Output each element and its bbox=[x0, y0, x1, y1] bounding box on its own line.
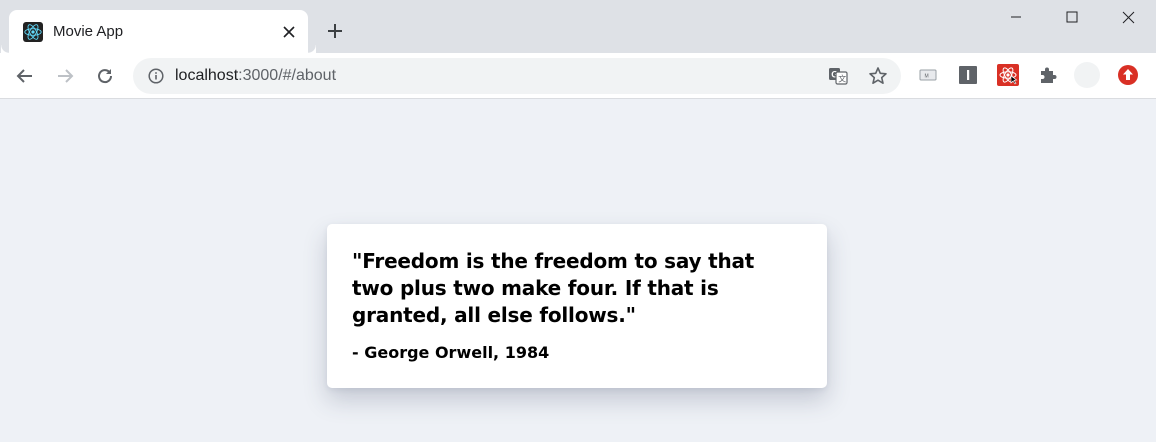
info-ext-icon[interactable] bbox=[957, 64, 979, 86]
profile-avatar-icon[interactable] bbox=[1073, 61, 1101, 89]
quote-author: - George Orwell, 1984 bbox=[352, 343, 550, 362]
forward-button[interactable] bbox=[49, 60, 81, 92]
tab-strip: Movie App bbox=[0, 0, 1156, 53]
page-viewport: "Freedom is the freedom to say that two … bbox=[0, 99, 1156, 442]
address-bar[interactable]: localhost:3000/#/about G文 bbox=[133, 58, 901, 94]
back-button[interactable] bbox=[9, 60, 41, 92]
browser-toolbar: localhost:3000/#/about G文 M bbox=[0, 53, 1156, 99]
url-host: localhost bbox=[175, 67, 239, 84]
svg-text:M: M bbox=[925, 74, 929, 80]
minimize-icon[interactable] bbox=[988, 0, 1044, 34]
browser-window: Movie App localhost:3000/#/about G 文 M "… bbox=[0, 0, 1156, 442]
window-controls bbox=[988, 0, 1156, 34]
react-logo-icon bbox=[23, 22, 43, 42]
url-text[interactable]: localhost:3000/#/about bbox=[175, 67, 336, 85]
maximize-icon[interactable] bbox=[1044, 0, 1100, 34]
close-icon[interactable] bbox=[1100, 0, 1156, 34]
svg-text:文: 文 bbox=[838, 74, 846, 84]
quote-text: "Freedom is the freedom to say that two … bbox=[352, 249, 755, 327]
tab-title: Movie App bbox=[53, 23, 124, 40]
translate-icon[interactable]: G文 bbox=[827, 66, 849, 86]
new-tab-button[interactable] bbox=[322, 18, 348, 44]
site-info-icon[interactable] bbox=[147, 67, 165, 85]
bookmark-star-icon[interactable] bbox=[867, 66, 889, 86]
reload-button[interactable] bbox=[89, 60, 121, 92]
reader-icon[interactable]: M bbox=[917, 64, 939, 86]
quote-card: "Freedom is the freedom to say that two … bbox=[327, 224, 827, 388]
extensions-puzzle-icon[interactable] bbox=[1037, 64, 1059, 86]
tab-movie-app[interactable]: Movie App bbox=[9, 10, 316, 53]
react-devtools-icon[interactable] bbox=[997, 64, 1019, 86]
url-path: :3000/#/about bbox=[238, 67, 337, 84]
update-icon[interactable] bbox=[1117, 64, 1139, 86]
tab-close-icon[interactable] bbox=[278, 21, 300, 43]
